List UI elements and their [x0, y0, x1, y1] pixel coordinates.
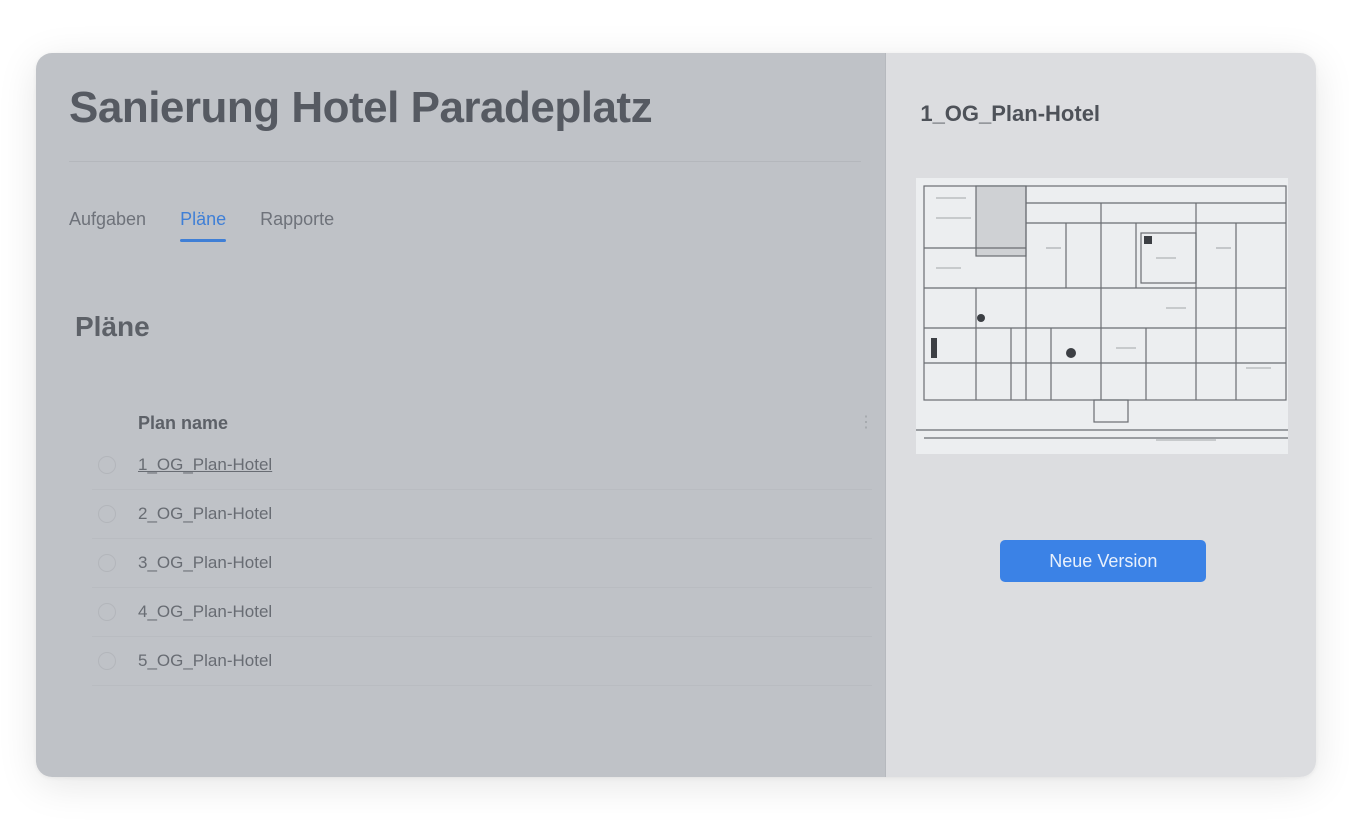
title-divider	[69, 161, 862, 162]
section-title: Pläne	[75, 311, 150, 342]
main-pane: Sanierung Hotel Paradeplatz Aufgaben Plä…	[36, 53, 886, 777]
plan-name[interactable]: 3_OG_Plan-Hotel	[138, 553, 272, 573]
plan-name[interactable]: 2_OG_Plan-Hotel	[138, 504, 272, 524]
column-header-plan-name[interactable]: Plan name	[138, 413, 228, 434]
row-radio[interactable]	[98, 456, 116, 474]
row-radio[interactable]	[98, 554, 116, 572]
table-row[interactable]: 3_OG_Plan-Hotel	[92, 539, 872, 588]
table-header: Plan name ⋮	[92, 405, 874, 441]
table-row[interactable]: 5_OG_Plan-Hotel	[92, 637, 872, 686]
table-row[interactable]: 2_OG_Plan-Hotel	[92, 490, 872, 539]
tab-rapporte[interactable]: Rapporte	[260, 209, 334, 242]
app-window: Sanierung Hotel Paradeplatz Aufgaben Plä…	[36, 53, 1316, 777]
preview-title: 1_OG_Plan-Hotel	[920, 101, 1101, 126]
tab-plaene[interactable]: Pläne	[180, 209, 227, 242]
floor-plan-preview	[916, 178, 1289, 454]
column-menu-icon[interactable]: ⋮	[858, 413, 874, 433]
table-row[interactable]: 4_OG_Plan-Hotel	[92, 588, 872, 637]
project-title: Sanierung Hotel Paradeplatz	[69, 83, 653, 132]
plan-name[interactable]: 5_OG_Plan-Hotel	[138, 651, 272, 671]
new-version-button[interactable]: Neue Version	[1000, 540, 1207, 582]
table-row[interactable]: 1_OG_Plan-Hotel	[92, 441, 872, 490]
row-radio[interactable]	[98, 652, 116, 670]
row-radio[interactable]	[98, 505, 116, 523]
plan-name[interactable]: 4_OG_Plan-Hotel	[138, 602, 272, 622]
row-radio[interactable]	[98, 603, 116, 621]
plans-table: Plan name ⋮ 1_OG_Plan-Hotel 2_OG_Plan-Ho…	[92, 405, 874, 686]
plan-detail-panel: 1_OG_Plan-Hotel Neue Version	[885, 53, 1316, 777]
plan-name-link[interactable]: 1_OG_Plan-Hotel	[138, 455, 272, 475]
tab-aufgaben[interactable]: Aufgaben	[69, 209, 146, 242]
tab-bar: Aufgaben Pläne Rapporte	[69, 209, 334, 242]
floor-plan-drawing	[916, 178, 1289, 454]
